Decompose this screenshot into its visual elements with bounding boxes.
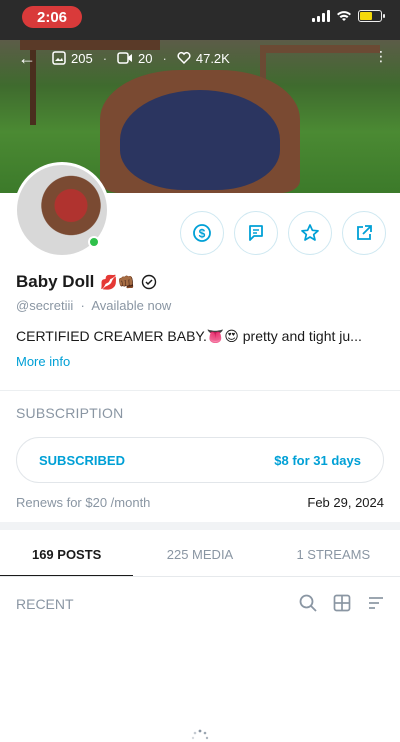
- availability-status: Available now: [91, 298, 172, 313]
- videos-count: 20: [138, 50, 153, 66]
- status-bar: 2:06: [0, 0, 400, 40]
- message-icon: [249, 225, 263, 241]
- tab-streams[interactable]: 1 STREAMS: [267, 531, 400, 577]
- dollar-icon: $: [193, 224, 211, 242]
- name-row: Baby Doll 💋👊🏾: [16, 272, 157, 292]
- status-icons: [312, 10, 385, 22]
- recent-title: RECENT: [16, 596, 74, 612]
- content-tabs: 169 POSTS 225 MEDIA 1 STREAMS: [0, 531, 400, 577]
- profile-bio: CERTIFIED CREAMER BABY.👅😍 pretty and tig…: [16, 328, 362, 344]
- videos-stat: 20: [117, 50, 153, 66]
- signal-icon: [312, 10, 330, 22]
- heart-icon: [177, 51, 191, 65]
- more-options-icon[interactable]: ⋮: [374, 48, 388, 65]
- favorite-button[interactable]: [288, 211, 332, 255]
- share-icon: [357, 225, 372, 240]
- tip-button[interactable]: $: [180, 211, 224, 255]
- name-emojis: 💋👊🏾: [100, 273, 136, 290]
- profile-actions: $: [180, 211, 386, 255]
- grid-view-icon[interactable]: [332, 593, 352, 613]
- sort-icon[interactable]: [366, 593, 386, 613]
- posts-count: 205: [71, 50, 93, 66]
- battery-icon: [358, 10, 385, 22]
- tabs-underline: [0, 576, 400, 577]
- profile-name: Baby Doll: [16, 272, 95, 291]
- separator-dot: ·: [162, 50, 167, 66]
- subscription-title: SUBSCRIPTION: [16, 405, 124, 421]
- tab-posts[interactable]: 169 POSTS: [0, 531, 134, 577]
- subscription-button[interactable]: SUBSCRIBED $8 for 31 days: [16, 437, 384, 483]
- online-status-dot: [88, 236, 100, 248]
- message-button[interactable]: [234, 211, 278, 255]
- likes-stat: 47.2K: [177, 51, 230, 66]
- wifi-icon: [337, 11, 351, 21]
- video-icon: [117, 52, 133, 64]
- divider: [0, 390, 400, 391]
- image-icon: [52, 51, 66, 65]
- renew-label: Renews for $20 /month: [16, 495, 151, 510]
- tab-media[interactable]: 225 MEDIA: [133, 531, 266, 577]
- clock: 2:06: [22, 6, 82, 28]
- likes-count: 47.2K: [195, 50, 230, 66]
- separator-dot: ·: [76, 298, 92, 313]
- posts-stat: 205: [52, 51, 93, 66]
- search-icon[interactable]: [298, 593, 318, 613]
- renew-row: Renews for $20 /month Feb 29, 2024: [16, 495, 384, 510]
- profile-handle: @secretiii: [16, 298, 74, 313]
- share-button[interactable]: [342, 211, 386, 255]
- cover-stats: ← 205 · 20 · 47.2K: [0, 40, 400, 76]
- cover-shorts: [120, 90, 280, 190]
- more-info-link[interactable]: More info: [16, 354, 70, 369]
- loading-spinner-icon: [191, 729, 209, 740]
- verified-icon: [142, 274, 157, 290]
- section-separator: [0, 522, 400, 530]
- separator-dot: ·: [102, 50, 108, 66]
- feed-tools: [298, 593, 386, 613]
- back-arrow-icon[interactable]: ←: [18, 48, 36, 69]
- subscription-price: $8 for 31 days: [274, 452, 361, 468]
- handle-row: @secretiii · Available now: [16, 298, 171, 313]
- subscription-status: SUBSCRIBED: [39, 452, 125, 468]
- renew-date: Feb 29, 2024: [307, 495, 384, 510]
- star-icon: [301, 224, 319, 241]
- svg-text:$: $: [199, 227, 206, 241]
